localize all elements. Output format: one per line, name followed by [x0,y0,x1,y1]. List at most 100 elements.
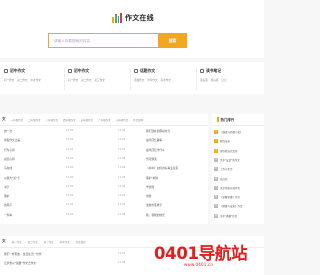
tab-grade[interactable]: 作文周刊 [133,118,143,122]
category-link[interactable]: 日记 [221,79,226,82]
article-date: 12-06 [66,175,74,179]
rank-badge: 3 [214,148,218,153]
hot-ranking-item[interactable]: 4 关于"友谊"的作文 [214,157,240,162]
hot-ranking-item[interactable]: 5 工作与生命 [214,167,233,172]
hot-ranking-title-link[interactable]: 工作与生命 [220,167,233,171]
rank-badge: 2 [214,139,218,144]
category-link[interactable]: 初一作文 [4,79,14,82]
tab-grade[interactable]: 六年级作文 [98,118,111,122]
category-title: 读书笔记 [206,68,222,73]
hot-ranking-title-link[interactable]: 《谦虚与骄傲小说》 [220,130,243,134]
hot-ranking-title-link[interactable]: 高兴日 [220,177,228,181]
hot-ranking-item[interactable]: 1 《谦虚与骄傲小说》 [214,130,243,134]
article-link[interactable]: 书节 [4,185,9,189]
accent-bar [217,117,219,122]
hot-ranking-title-link[interactable]: 关于"勇敢"作文 [220,214,237,218]
tab-grade[interactable]: 三年级作文 [46,118,59,122]
rank-badge: 6 [214,176,218,181]
tab-grade[interactable]: 二年级作文 [28,118,41,122]
tab-grade[interactable]: 四年级作文 [63,118,76,122]
article-link[interactable]: 童年回忆学什么 [146,148,165,152]
category-link[interactable]: 观后感 [211,79,219,82]
hot-ranking-title-link[interactable]: 《觉醒美雄》作文 [220,195,240,199]
tab-junior[interactable]: 初一作文 [12,240,22,244]
hot-ranking-item[interactable]: 2 我的母亲 [214,139,230,144]
article-link[interactable]: 童年回忆趣事 [146,138,162,142]
article-date: 12-06 [66,138,74,142]
rank-badge: 10 [214,213,218,218]
tab-grade[interactable]: 小升初作文 [116,118,129,122]
search-button[interactable]: 搜索 [158,33,187,48]
category-title-link[interactable]: 读书笔记 [200,68,262,74]
article-link[interactable]: 一件事 [4,213,12,217]
category-title-link[interactable]: 初中作文 [68,68,128,74]
category-title-link[interactable]: 初中作文 [4,68,62,74]
hot-ranking-item[interactable]: 10 关于"勇敢"作文 [214,213,237,218]
category-link[interactable]: 高考作文 [160,79,170,82]
hot-ranking-item[interactable]: 8 《觉醒美雄》作文 [214,195,240,200]
article-link[interactable]: 我们一样朋友，改变生活一份作 [4,252,42,256]
article-link[interactable]: 的一次 [4,129,12,133]
note-icon [200,69,204,73]
category-link[interactable]: 读后感 [200,79,208,82]
category-link[interactable]: 初三作文 [94,79,104,82]
tab-junior[interactable]: 初二作文 [28,240,38,244]
article-link[interactable]: 《书中》如何用好事业意见 [146,166,178,170]
article-link[interactable]: 让梦想以"展翼"作文之作文 [4,261,36,265]
tag-icon [134,69,138,73]
category-link[interactable]: 初一作文 [68,79,78,82]
tab-grade[interactable]: 五年级作文 [81,118,94,122]
category-link[interactable]: 初二作文 [81,79,91,82]
category-block: 初中作文 初一作文 初二作文 初三作文 [68,62,128,94]
hot-ranking-title-link[interactable]: 保存我自己文化 [220,149,238,153]
category-links: 初一作文 初二作文 中考作文 [4,78,62,82]
search-bar: 搜索 [48,33,187,48]
hot-ranking-title-link[interactable]: 关于传统节日作文 [220,186,240,190]
article-link[interactable]: 行为心得 [4,148,15,152]
site-header: 作文在线 搜索 [0,0,264,58]
category-title-link[interactable]: 话题作文 [134,68,194,74]
article-link[interactable]: 寒假作文之美 [4,138,20,142]
article-date: 12-06 [118,166,126,170]
tab-junior[interactable]: 初三作文 [44,240,54,244]
site-logo[interactable]: 作文在线 [112,12,154,23]
article-link[interactable]: 我，我我的成长 [146,213,165,217]
article-link[interactable]: 马在线 [4,166,12,170]
article-date: 12-06 [66,194,74,198]
hot-ranking-item[interactable]: 7 关于传统节日作文 [214,185,240,190]
article-list-panel: 文 一年级作文 二年级作文 三年级作文 四年级作文 五年级作文 六年级作文 小升… [0,114,208,224]
article-link[interactable]: 的风声 [4,203,12,207]
category-link[interactable]: 话题作文 [134,79,144,82]
hot-ranking-title: 热门排行 [220,118,235,122]
article-link[interactable]: 保护"地球 [146,176,158,180]
article-date: 12-06 [66,212,74,216]
hot-ranking-title-link[interactable]: 关于"友谊"的作文 [220,158,240,162]
hot-ranking-item[interactable]: 9 《她暖与成长》作文 [214,204,243,209]
tab-grade[interactable]: 一年级作文 [11,118,24,122]
article-date: 12-06 [118,156,126,160]
article-link[interactable]: 雷锋 [146,194,151,198]
rank-badge: 5 [214,167,218,172]
divider [130,68,131,90]
tab-junior[interactable]: 中考作文 [60,240,70,244]
hot-ranking-title-link[interactable]: 我的母亲 [220,139,230,143]
article-link[interactable]: 雪花飘落 [146,157,157,161]
watermark: 0401导航站 www.0401.cn [154,244,266,274]
article-link[interactable]: 总结心得 [4,157,15,161]
category-link[interactable]: 中考作文 [147,79,157,82]
pen-icon [68,69,72,73]
tab-junior[interactable]: 作文周刊 [76,240,86,244]
article-link[interactable]: 学雷锋 [146,185,154,189]
article-date: 12-06 [118,184,126,188]
hot-ranking-item[interactable]: 6 高兴日 [214,176,228,181]
rank-badge: 4 [214,157,218,162]
article-link[interactable]: 弟弟的毛笔字 [146,203,162,207]
divider [64,68,65,90]
hot-ranking-item[interactable]: 3 保存我自己文化 [214,148,238,153]
article-link[interactable]: 以我为"家"字 [4,176,20,180]
hot-ranking-title-link[interactable]: 《她暖与成长》作文 [220,204,243,208]
category-link[interactable]: 中考作文 [30,79,40,82]
category-link[interactable]: 初二作文 [17,79,27,82]
article-link[interactable]: 保护 [4,194,9,198]
article-link[interactable]: 我们现在的那段时光 [146,129,170,133]
